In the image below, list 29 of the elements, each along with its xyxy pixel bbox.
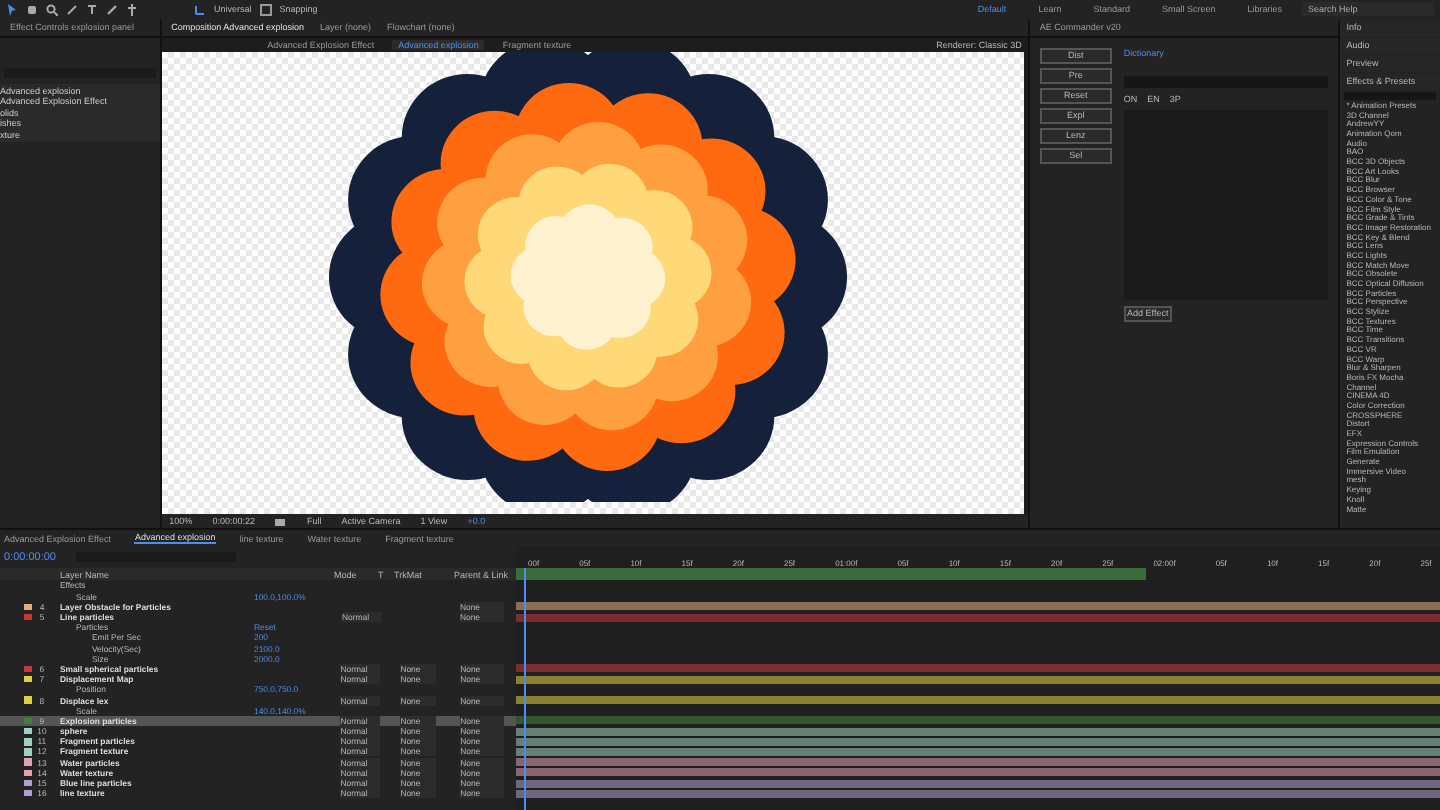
label-color-swatch[interactable]	[24, 738, 32, 745]
label-color-swatch[interactable]	[24, 665, 32, 673]
work-area-bar[interactable]	[516, 568, 1146, 581]
snapping-checkbox[interactable]	[259, 3, 272, 16]
layer-duration-bar[interactable]	[516, 737, 1440, 746]
layer-duration-bar[interactable]	[516, 602, 1440, 611]
text-tool-icon[interactable]	[86, 3, 98, 16]
layer-duration-bar[interactable]	[516, 675, 1440, 684]
layer-duration-bar[interactable]	[516, 789, 1440, 798]
layer-duration-bar[interactable]	[516, 716, 1440, 725]
label-color-swatch[interactable]	[24, 727, 32, 735]
label-color-swatch[interactable]	[24, 779, 32, 787]
selection-tool-icon[interactable]	[6, 3, 18, 16]
layer-duration-bar[interactable]	[516, 779, 1440, 787]
label-color-swatch[interactable]	[24, 613, 32, 621]
label-color-swatch[interactable]	[24, 769, 32, 777]
zoom-tool-icon[interactable]	[46, 3, 58, 16]
label-color-swatch[interactable]	[24, 603, 32, 611]
layer-duration-bar[interactable]	[516, 747, 1440, 756]
label-color-swatch[interactable]	[24, 789, 32, 797]
layer-duration-bar[interactable]	[516, 727, 1440, 736]
layer-duration-bar[interactable]	[516, 768, 1440, 777]
label-color-swatch[interactable]	[24, 758, 32, 766]
axis-icon[interactable]	[194, 3, 206, 16]
label-color-swatch[interactable]	[24, 717, 32, 725]
label-color-swatch[interactable]	[24, 696, 32, 704]
layer-duration-bar[interactable]	[516, 758, 1440, 767]
label-color-swatch[interactable]	[24, 748, 32, 756]
label-color-swatch[interactable]	[24, 675, 32, 683]
